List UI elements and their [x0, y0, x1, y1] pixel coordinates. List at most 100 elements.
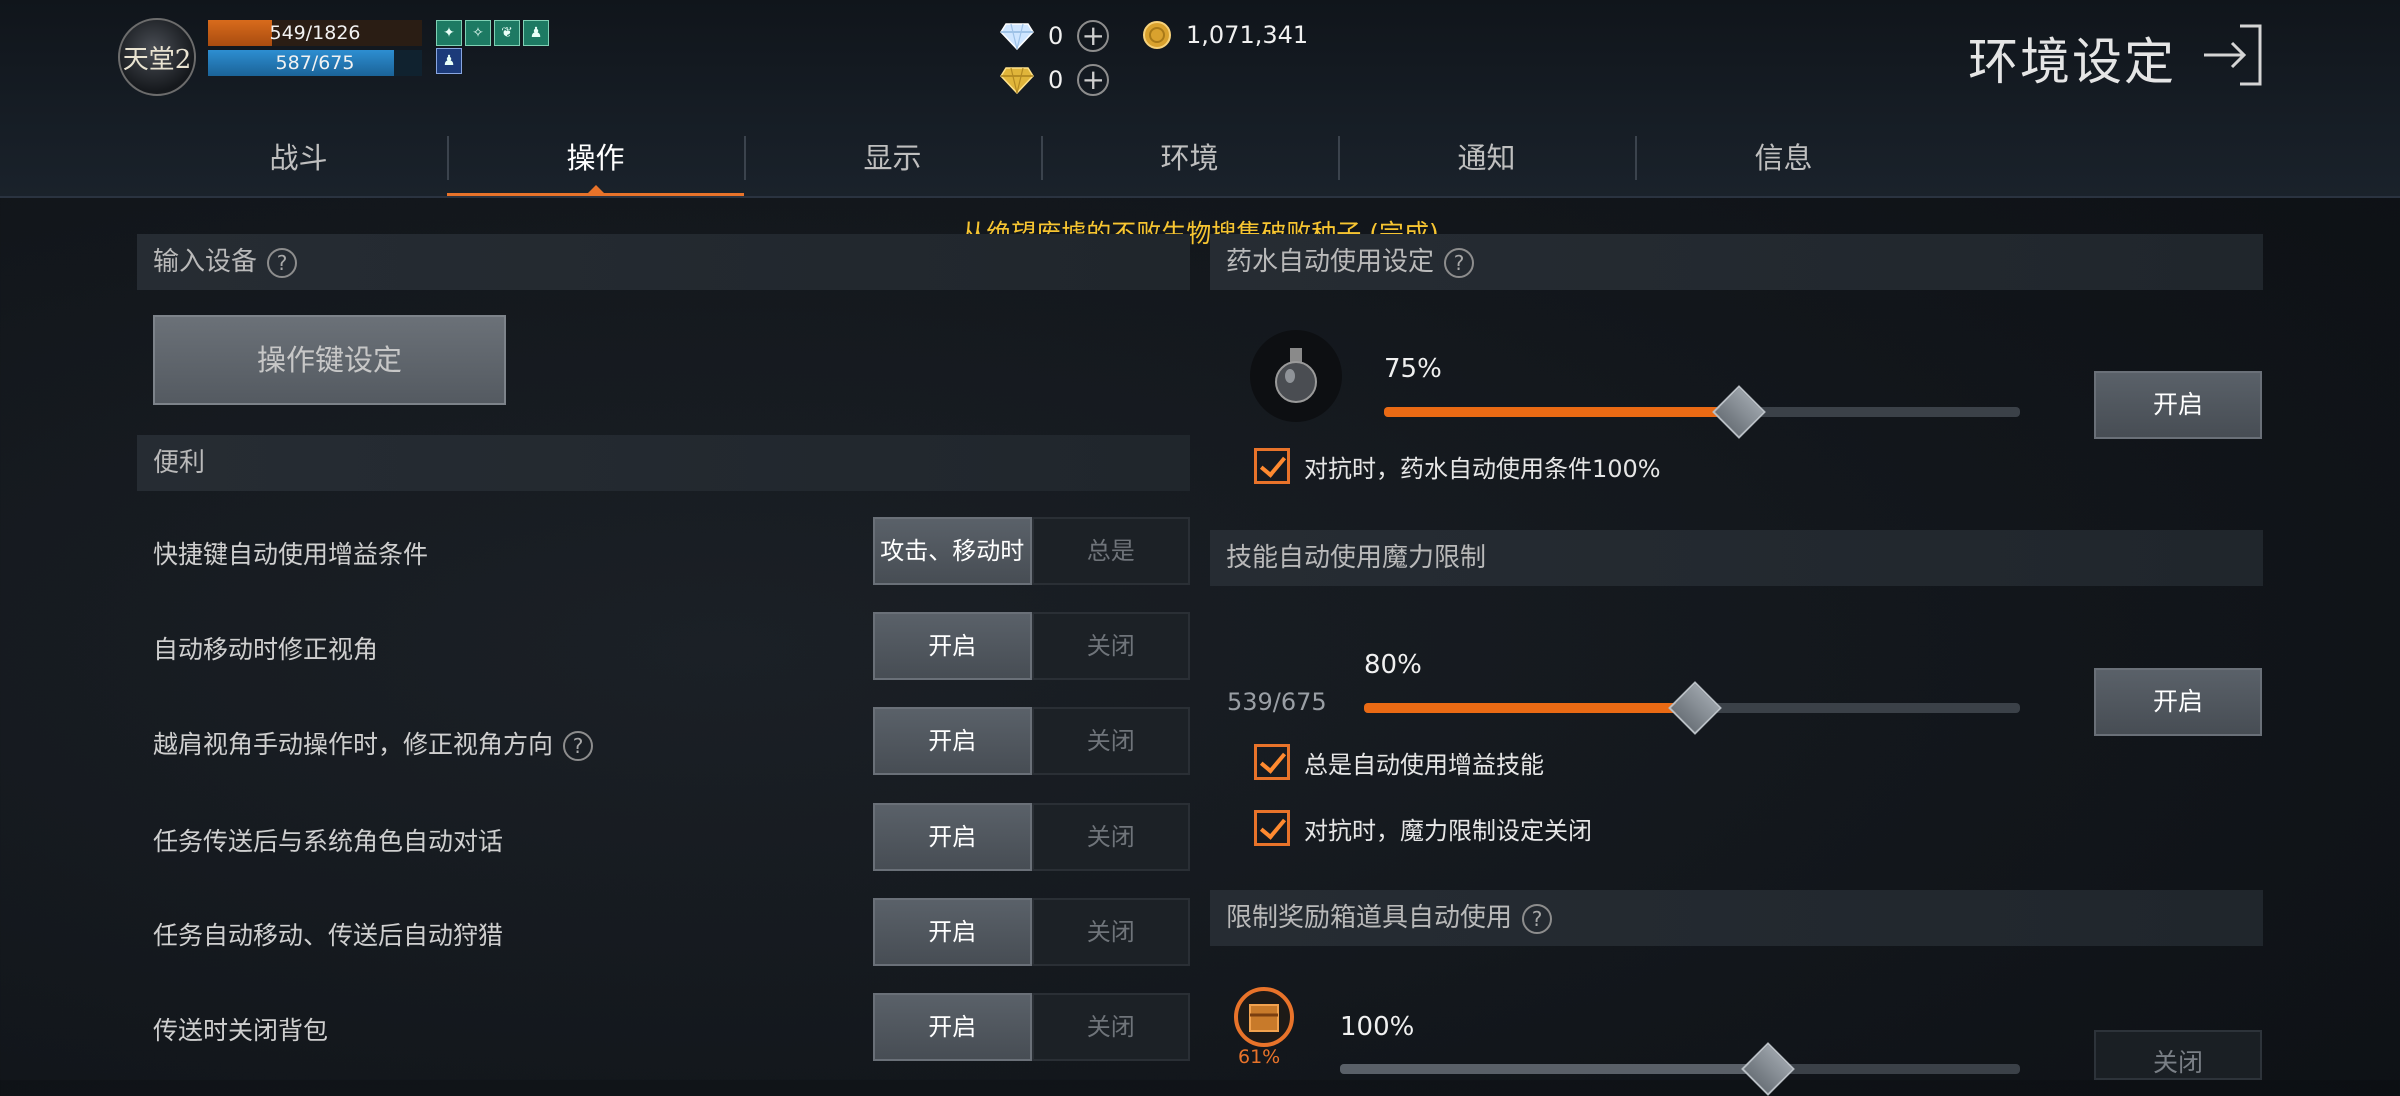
- check-label: 总是自动使用增益技能: [1304, 750, 1544, 779]
- option-off[interactable]: 关闭: [1031, 803, 1190, 871]
- hp-bar: 549/1826: [208, 20, 422, 46]
- game-logo: 天堂2: [118, 18, 196, 96]
- option-on[interactable]: 开启: [873, 993, 1032, 1061]
- tab-label: 显示: [863, 141, 922, 175]
- checkbox-checked[interactable]: [1254, 744, 1290, 780]
- buff-icon[interactable]: ♟: [436, 48, 462, 74]
- box-slider-fill: [1340, 1064, 1769, 1074]
- checkbox-checked[interactable]: [1254, 448, 1290, 484]
- mana-current: 539/675: [1227, 688, 1327, 716]
- tab-environment[interactable]: 环境: [1041, 128, 1338, 196]
- row-label: 任务自动移动、传送后自动狩猎: [153, 921, 504, 950]
- input-device-section: 输入设备?: [137, 234, 1190, 290]
- add-gold-gem-button[interactable]: +: [1077, 64, 1110, 96]
- box-slider[interactable]: [1340, 1042, 2020, 1096]
- mp-bar: 587/675: [208, 50, 422, 76]
- box-disable-button[interactable]: 关闭: [2094, 1030, 2262, 1080]
- help-icon[interactable]: ?: [1444, 247, 1475, 278]
- box-slider-handle[interactable]: [1741, 1042, 1796, 1096]
- help-icon[interactable]: ?: [267, 247, 298, 278]
- adena-count: 1,071,341: [1186, 21, 1309, 49]
- tab-label: 环境: [1160, 141, 1219, 175]
- buff-icon[interactable]: ❦: [494, 20, 520, 46]
- gold-gem-currency: 0 +: [1000, 64, 1110, 96]
- option-on[interactable]: 开启: [873, 898, 1032, 966]
- tab-controls[interactable]: 操作: [447, 128, 744, 196]
- mana-enable-button[interactable]: 开启: [2094, 668, 2262, 736]
- keybind-settings-button[interactable]: 操作键设定: [153, 315, 506, 405]
- help-icon[interactable]: ?: [563, 731, 594, 761]
- reward-box-icon: [1234, 987, 1294, 1047]
- mana-percent: 80%: [1364, 650, 1422, 680]
- reward-box-percent: 61%: [1238, 1046, 1281, 1068]
- row-label: 快捷键自动使用增益条件: [153, 540, 429, 569]
- buff-list-2: ♟: [436, 48, 462, 74]
- logo-text: 天堂2: [122, 44, 192, 75]
- option-always[interactable]: 总是: [1031, 517, 1190, 585]
- buff-icon[interactable]: ✦: [436, 20, 462, 46]
- gold-gem-count: 0: [1048, 66, 1064, 94]
- tab-display[interactable]: 显示: [744, 128, 1041, 196]
- convenience-section: 便利: [137, 435, 1190, 491]
- mp-text: 587/675: [275, 52, 355, 74]
- mana-slider-handle[interactable]: [1667, 681, 1722, 735]
- option-attack-move[interactable]: 攻击、移动时: [873, 517, 1032, 585]
- tab-notifications[interactable]: 通知: [1338, 128, 1635, 196]
- potion-enable-button[interactable]: 开启: [2094, 371, 2262, 439]
- section-title: 输入设备: [153, 247, 258, 277]
- row-label-text: 越肩视角手动操作时，修正视角方向: [153, 730, 554, 759]
- diamond-icon: [1000, 23, 1034, 50]
- tab-info[interactable]: 信息: [1635, 128, 1932, 196]
- option-off[interactable]: 关闭: [1031, 612, 1190, 680]
- section-title: 便利: [153, 448, 206, 478]
- mana-slider-fill: [1364, 703, 1695, 713]
- reward-box-section: 限制奖励箱道具自动使用?: [1210, 890, 2263, 946]
- auto-hunt-toggle: 开启 关闭: [873, 898, 1190, 966]
- potion-percent: 75%: [1384, 354, 1442, 384]
- help-icon[interactable]: ?: [1522, 903, 1553, 934]
- option-on[interactable]: 开启: [873, 803, 1032, 871]
- page-title: 环境设定: [1968, 33, 2176, 91]
- add-diamond-button[interactable]: +: [1077, 20, 1110, 52]
- tab-label: 信息: [1754, 141, 1813, 175]
- camera-correct-toggle: 开启 关闭: [873, 612, 1190, 680]
- hp-text: 549/1826: [269, 22, 361, 44]
- settings-tabs: 战斗 操作 显示 环境 通知 信息: [150, 128, 1932, 196]
- tab-label: 操作: [566, 141, 625, 175]
- row-label: 传送时关闭背包: [153, 1016, 329, 1045]
- potion-icon: [1275, 348, 1317, 403]
- mana-check-row-2: 对抗时，魔力限制设定关闭: [1254, 810, 1592, 846]
- option-on[interactable]: 开启: [873, 612, 1032, 680]
- close-bag-toggle: 开启 关闭: [873, 993, 1190, 1061]
- tab-combat[interactable]: 战斗: [150, 128, 447, 196]
- option-off[interactable]: 关闭: [1031, 707, 1190, 775]
- buff-list: ✦ ✧ ❦ ♟: [436, 20, 549, 46]
- option-off[interactable]: 关闭: [1031, 993, 1190, 1061]
- tab-label: 通知: [1457, 141, 1516, 175]
- hp-fill: [208, 20, 273, 46]
- tab-label: 战斗: [269, 141, 328, 175]
- potion-slider-fill: [1384, 407, 1740, 417]
- exit-icon[interactable]: [2200, 22, 2264, 88]
- auto-dialog-toggle: 开启 关闭: [873, 803, 1190, 871]
- mana-section: 技能自动使用魔力限制: [1210, 530, 2263, 586]
- potion-check-row: 对抗时，药水自动使用条件100%: [1254, 448, 1661, 484]
- option-off[interactable]: 关闭: [1031, 898, 1190, 966]
- diamond-currency: 0 +: [1000, 20, 1110, 52]
- coin-icon: [1143, 21, 1171, 49]
- option-on[interactable]: 开启: [873, 707, 1032, 775]
- row-label: 自动移动时修正视角: [153, 635, 379, 664]
- mana-slider[interactable]: [1364, 681, 2020, 735]
- section-title: 限制奖励箱道具自动使用: [1226, 903, 1513, 933]
- buff-icon[interactable]: ✧: [465, 20, 491, 46]
- buff-icon[interactable]: ♟: [523, 20, 549, 46]
- potion-section: 药水自动使用设定?: [1210, 234, 2263, 290]
- gold-gem-icon: [1000, 67, 1034, 94]
- mana-check-row-1: 总是自动使用增益技能: [1254, 744, 1544, 780]
- potion-slider[interactable]: [1384, 385, 2020, 439]
- checkbox-checked[interactable]: [1254, 810, 1290, 846]
- row-label: 越肩视角手动操作时，修正视角方向?: [153, 725, 594, 761]
- potion-slider-handle[interactable]: [1712, 385, 1767, 439]
- check-label: 对抗时，药水自动使用条件100%: [1304, 454, 1661, 483]
- buff-condition-toggle: 攻击、移动时 总是: [873, 517, 1190, 585]
